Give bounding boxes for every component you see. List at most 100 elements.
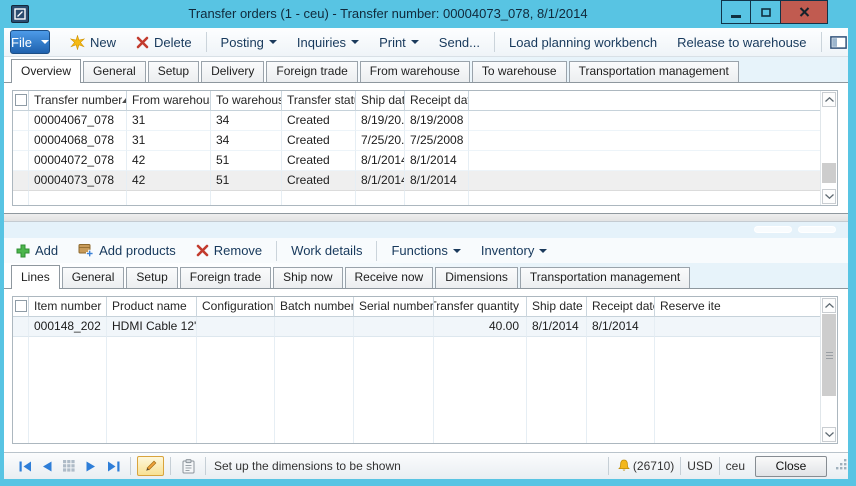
table-row[interactable]: 00004067_078 31 34 Created 8/19/20... 8/…	[13, 111, 820, 131]
lines-tab-general[interactable]: General	[62, 267, 125, 288]
toolbar-separator	[376, 241, 377, 261]
close-button[interactable]: Close	[755, 456, 827, 477]
column-header-to-warehouse[interactable]: To warehouse	[211, 91, 282, 111]
statusbar-separator	[719, 457, 720, 475]
chevron-down-icon	[269, 40, 277, 44]
splitter-handle[interactable]	[798, 226, 836, 233]
scroll-down-button[interactable]	[822, 189, 836, 204]
file-menu-button[interactable]: File	[10, 30, 50, 54]
column-header-serial-number[interactable]: Serial number	[354, 297, 434, 317]
bell-icon	[617, 459, 631, 473]
add-products-label: Add products	[99, 243, 176, 258]
table-row[interactable]: 00004072_078 42 51 Created 8/1/2014 8/1/…	[13, 151, 820, 171]
lines-tab-setup[interactable]: Setup	[126, 267, 177, 288]
toggle-pane-button[interactable]	[826, 32, 852, 52]
new-button[interactable]: New	[60, 30, 126, 54]
minimize-icon	[731, 15, 741, 18]
grid-view-icon	[63, 460, 75, 472]
column-header-receipt-date[interactable]: Receipt date	[587, 297, 655, 317]
currency-field[interactable]: USD	[687, 459, 712, 473]
horizontal-splitter[interactable]	[4, 213, 848, 222]
statusbar-separator	[170, 457, 171, 475]
minimize-button[interactable]	[721, 0, 751, 24]
select-all-checkbox[interactable]	[15, 300, 27, 312]
column-header-ship-date[interactable]: Ship date	[356, 91, 405, 111]
add-line-button[interactable]: Add	[12, 243, 68, 258]
layout-pane-icon	[830, 36, 847, 49]
release-label: Release to warehouse	[677, 35, 806, 50]
column-header-configuration[interactable]: Configuration	[197, 297, 275, 317]
send-button[interactable]: Send...	[429, 30, 490, 54]
tab-transportation-management[interactable]: Transportation management	[569, 61, 739, 82]
column-header-from-warehouse[interactable]: From warehouse	[127, 91, 211, 111]
lines-tab-transportation-management[interactable]: Transportation management	[520, 267, 690, 288]
company-field[interactable]: ceu	[726, 459, 745, 473]
column-header-transfer-number[interactable]: Transfer number	[29, 91, 127, 111]
print-menu[interactable]: Print	[369, 30, 429, 54]
scroll-up-button[interactable]	[822, 298, 836, 313]
lines-tab-ship-now[interactable]: Ship now	[273, 267, 342, 288]
grid-view-button[interactable]	[58, 456, 80, 476]
tab-general[interactable]: General	[83, 61, 146, 82]
inventory-menu[interactable]: Inventory	[471, 243, 557, 258]
notifications-button[interactable]	[615, 456, 633, 476]
column-header-transfer-status[interactable]: Transfer status	[282, 91, 356, 111]
status-message: Set up the dimensions to be shown	[214, 459, 401, 473]
previous-record-button[interactable]	[36, 456, 58, 476]
functions-menu[interactable]: Functions	[381, 243, 470, 258]
lines-tab-receive-now[interactable]: Receive now	[345, 267, 434, 288]
splitter-handle[interactable]	[754, 226, 792, 233]
load-planning-workbench-button[interactable]: Load planning workbench	[499, 30, 667, 54]
inquiries-menu[interactable]: Inquiries	[287, 30, 369, 54]
release-to-warehouse-button[interactable]: Release to warehouse	[667, 30, 816, 54]
column-header-batch-number[interactable]: Batch number	[275, 297, 354, 317]
scroll-up-button[interactable]	[822, 92, 836, 107]
table-row-selected[interactable]: 000148_202 HDMI Cable 12' 40.00 8/1/2014…	[13, 317, 820, 337]
column-header-product-name[interactable]: Product name	[107, 297, 197, 317]
lines-tab-dimensions[interactable]: Dimensions	[435, 267, 518, 288]
toolbar-separator	[276, 241, 277, 261]
column-header-ship-date[interactable]: Ship date	[527, 297, 587, 317]
orders-grid-scrollbar[interactable]	[820, 91, 837, 205]
lines-grid-scrollbar[interactable]	[820, 297, 837, 443]
delete-button[interactable]: Delete	[126, 30, 202, 54]
dynamics-ax-app-icon	[11, 5, 29, 23]
posting-menu[interactable]: Posting	[211, 30, 287, 54]
column-header-item-number[interactable]: Item number	[29, 297, 107, 317]
lines-tab-foreign-trade[interactable]: Foreign trade	[180, 267, 271, 288]
work-details-button[interactable]: Work details	[281, 243, 372, 258]
toolbar-separator	[494, 32, 495, 52]
close-window-button[interactable]	[781, 0, 828, 24]
select-all-checkbox[interactable]	[15, 94, 27, 106]
lines-tab-lines[interactable]: Lines	[11, 265, 60, 289]
column-header-transfer-quantity[interactable]: Transfer quantity	[434, 297, 527, 317]
orders-grid-header: Transfer number From warehouse To wareho…	[13, 91, 820, 111]
resize-grip[interactable]	[836, 459, 847, 473]
first-record-button[interactable]	[14, 456, 36, 476]
header-tabstrip: Overview General Setup Delivery Foreign …	[4, 57, 848, 83]
scroll-down-button[interactable]	[822, 427, 836, 442]
maximize-button[interactable]	[751, 0, 781, 24]
scroll-thumb[interactable]	[822, 314, 836, 396]
tab-delivery[interactable]: Delivery	[201, 61, 264, 82]
remove-line-button[interactable]: Remove	[186, 243, 272, 258]
last-record-button[interactable]	[102, 456, 124, 476]
tab-from-warehouse[interactable]: From warehouse	[360, 61, 470, 82]
next-record-button[interactable]	[80, 456, 102, 476]
overview-tab-page: Transfer number From warehouse To wareho…	[4, 83, 848, 213]
column-header-reserve-items[interactable]: Reserve ite	[655, 297, 820, 317]
table-row-selected[interactable]: 00004073_078 42 51 Created 8/1/2014 8/1/…	[13, 171, 820, 191]
tab-foreign-trade[interactable]: Foreign trade	[266, 61, 357, 82]
tab-overview[interactable]: Overview	[11, 59, 81, 83]
paste-record-button[interactable]	[177, 456, 199, 476]
add-products-button[interactable]: Add products	[68, 243, 186, 258]
chevron-down-icon	[539, 249, 547, 253]
scroll-thumb[interactable]	[822, 163, 836, 183]
column-header-receipt-date[interactable]: Receipt date	[405, 91, 469, 111]
edit-record-toggle[interactable]	[137, 456, 164, 476]
tab-to-warehouse[interactable]: To warehouse	[472, 61, 567, 82]
tab-setup[interactable]: Setup	[148, 61, 199, 82]
chevron-up-icon	[825, 97, 834, 102]
table-row[interactable]: 00004068_078 31 34 Created 7/25/20... 7/…	[13, 131, 820, 151]
notification-count[interactable]: (26710)	[633, 459, 674, 473]
